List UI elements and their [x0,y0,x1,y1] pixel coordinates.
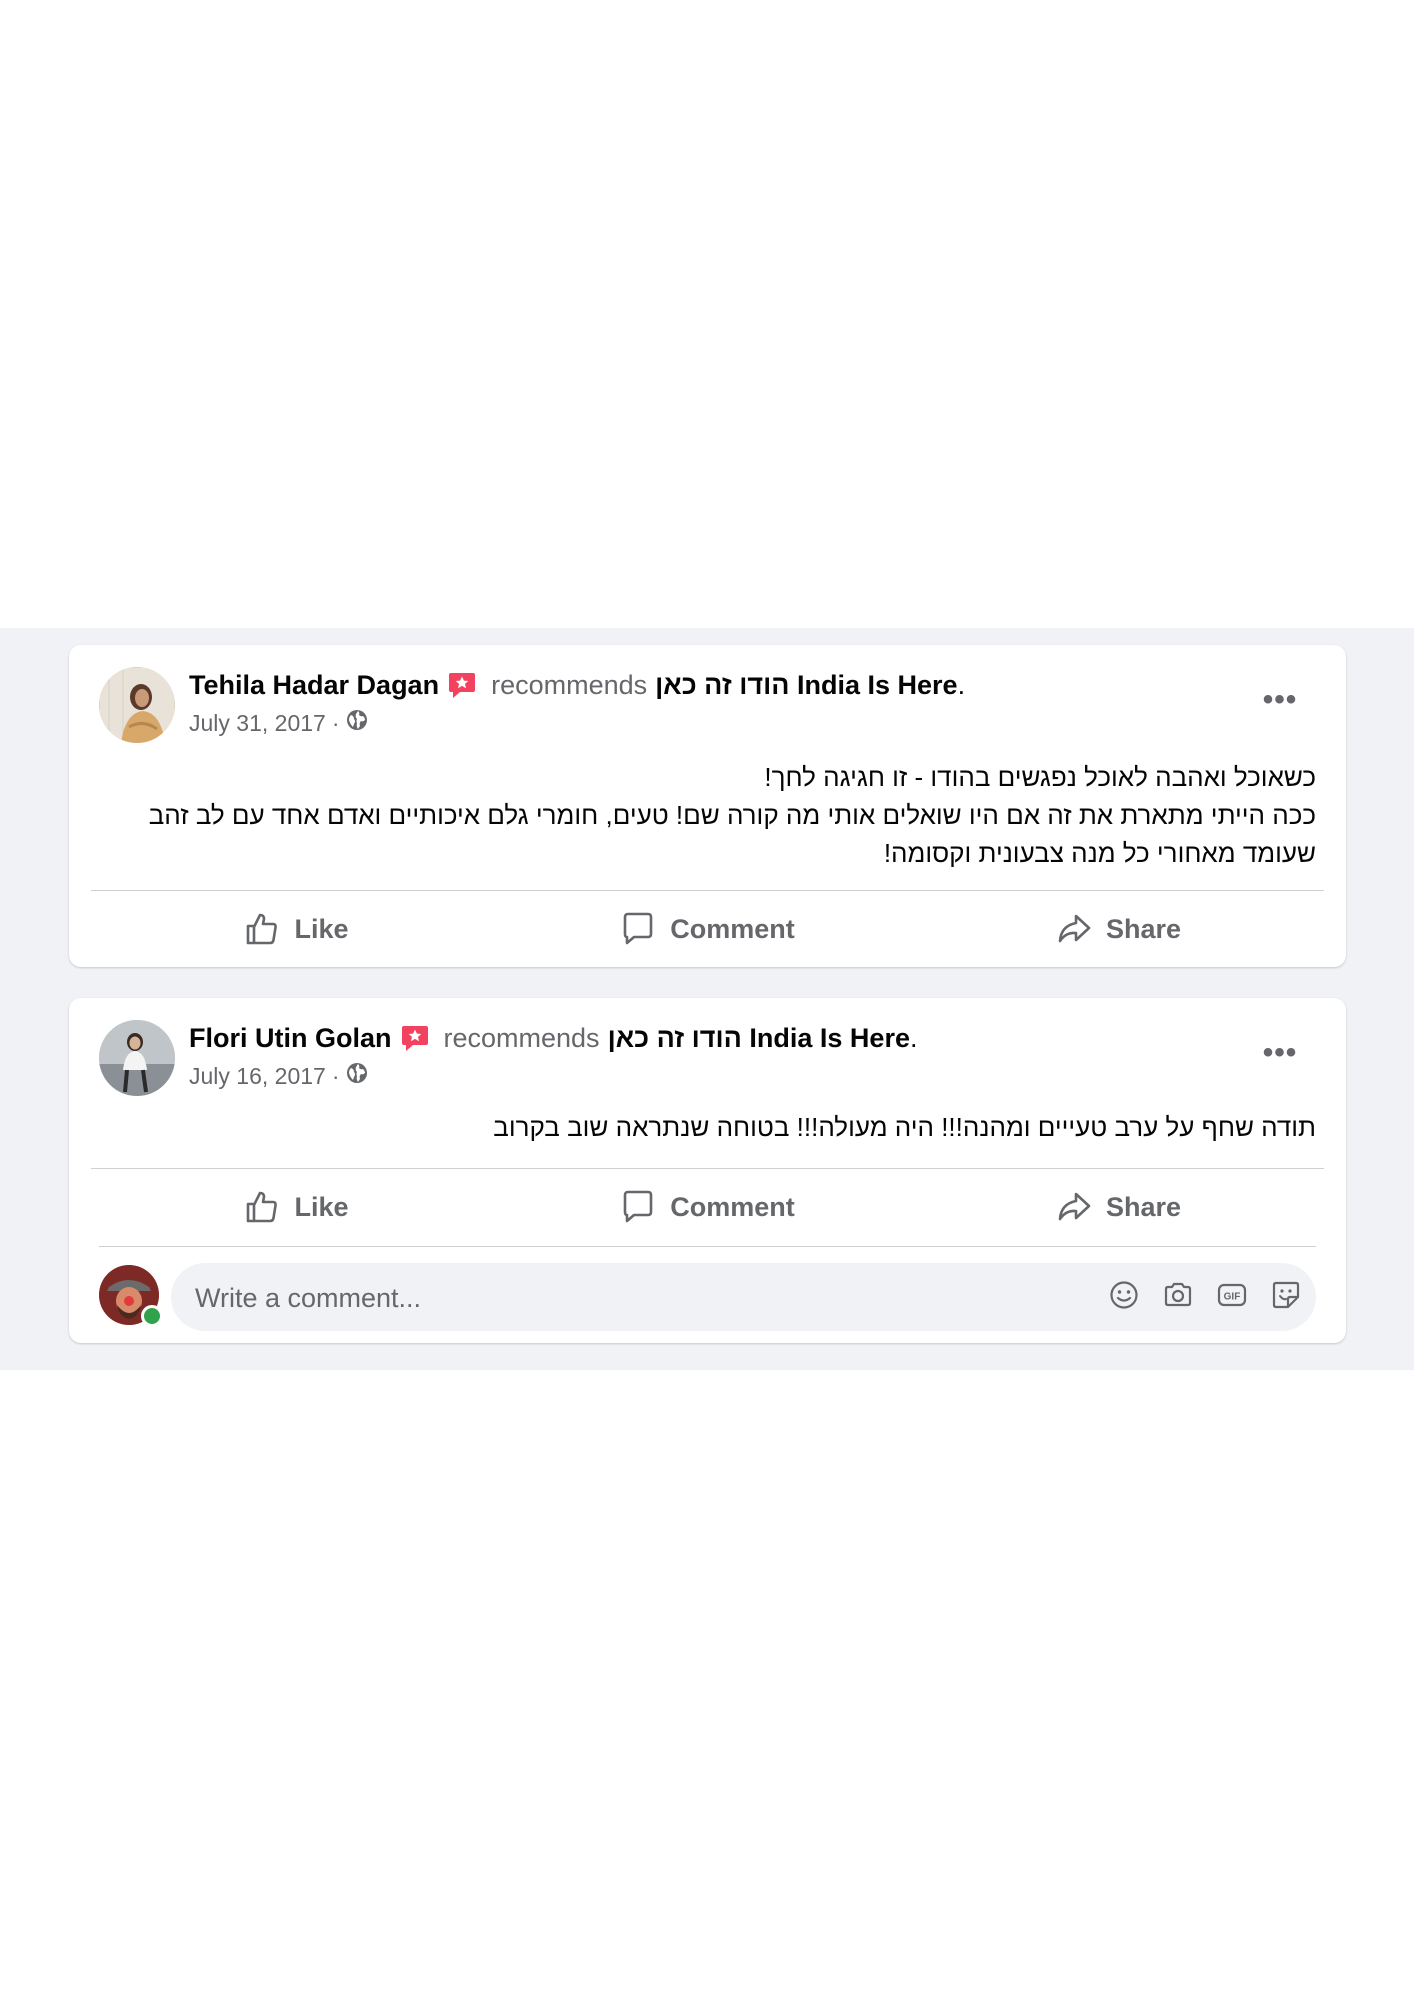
thumbs-up-icon [244,911,280,947]
comment-composer: GIF [99,1263,1316,1333]
post-text-line: ככה הייתי מתארת את זה אם היו שואלים אותי… [148,800,1316,830]
divider [91,1168,1324,1169]
post-date[interactable]: July 16, 2017 [189,1063,326,1090]
gif-icon[interactable]: GIF [1216,1279,1248,1316]
share-label: Share [1105,913,1182,944]
post-meta: July 31, 2017 · [189,709,368,737]
comment-bubble-icon [620,911,656,947]
period: . [909,1022,918,1053]
share-label: Share [1105,1191,1182,1222]
author-avatar[interactable] [99,667,175,743]
author-name[interactable]: Flori Utin Golan [189,1023,392,1054]
post-text: תודה שחף על ערב טעייים ומהנה!!! היה מעול… [129,1108,1316,1146]
post-text-line: כשאוכל ואהבה לאוכל נפגשים בהודו - זו חגי… [764,762,1316,792]
divider [91,890,1324,891]
post-meta: July 16, 2017 · [189,1062,368,1090]
author-avatar[interactable] [99,1020,175,1096]
emoji-icon[interactable] [1108,1279,1140,1316]
period: . [957,669,966,700]
sticker-icon[interactable] [1270,1279,1302,1316]
post-text-line: תודה שחף על ערב טעייים ומהנה!!! היה מעול… [493,1112,1316,1142]
post-card: Flori Utin Golan recommends הודו זה כאן … [69,998,1346,1343]
thumbs-up-icon [244,1189,280,1225]
page-name-hebrew[interactable]: הודו זה כאן [655,670,789,700]
action-bar: Like Comment Share [91,1174,1324,1240]
recommendation-star-icon [447,670,477,700]
public-globe-icon[interactable] [346,709,368,737]
post-text-line: שעומד מאחורי כל מנה צבעונית וקסומה! [883,838,1316,868]
post-card: Tehila Hadar Dagan recommends הודו זה כא… [69,645,1346,967]
post-header: Flori Utin Golan recommends הודו זה כאן … [189,1020,918,1056]
comment-input-box[interactable]: GIF [171,1263,1316,1333]
recommends-text: recommends [443,1022,600,1053]
svg-text:GIF: GIF [1224,1291,1241,1302]
post-text: כשאוכל ואהבה לאוכל נפגשים בהודו - זו חגי… [129,758,1316,872]
like-label: Like [294,1191,349,1222]
meta-separator: · [331,1062,340,1089]
comment-button[interactable]: Comment [502,896,913,962]
page-name-hebrew[interactable]: הודו זה כאן [608,1023,742,1053]
share-arrow-icon [1056,911,1092,947]
meta-separator: · [331,709,340,736]
like-button[interactable]: Like [91,1174,502,1240]
action-bar: Like Comment Share [91,896,1324,962]
more-options-icon[interactable]: ••• [1258,683,1302,717]
comment-button[interactable]: Comment [502,1174,913,1240]
like-label: Like [294,913,349,944]
author-name[interactable]: Tehila Hadar Dagan [189,670,439,701]
more-options-icon[interactable]: ••• [1258,1036,1302,1070]
like-button[interactable]: Like [91,896,502,962]
page-link[interactable]: הודו זה כאן India Is Here [655,670,957,701]
page-name-english[interactable]: India Is Here [749,1023,910,1053]
share-arrow-icon [1056,1189,1092,1225]
page-link[interactable]: הודו זה כאן India Is Here [608,1023,910,1054]
recommendation-star-icon [400,1023,430,1053]
page-name-english[interactable]: India Is Here [797,670,958,700]
camera-icon[interactable] [1162,1279,1194,1316]
comment-input[interactable] [193,1263,997,1333]
share-button[interactable]: Share [913,896,1324,962]
online-status-dot [141,1305,163,1327]
recommends-text: recommends [491,669,648,700]
divider [99,1246,1316,1247]
post-date[interactable]: July 31, 2017 [189,710,326,737]
current-user-avatar[interactable] [99,1265,163,1327]
public-globe-icon[interactable] [346,1062,368,1090]
comment-bubble-icon [620,1189,656,1225]
post-header: Tehila Hadar Dagan recommends הודו זה כא… [189,667,965,703]
composer-icons: GIF [1108,1263,1302,1331]
comment-label: Comment [670,913,795,944]
comment-label: Comment [670,1191,795,1222]
share-button[interactable]: Share [913,1174,1324,1240]
